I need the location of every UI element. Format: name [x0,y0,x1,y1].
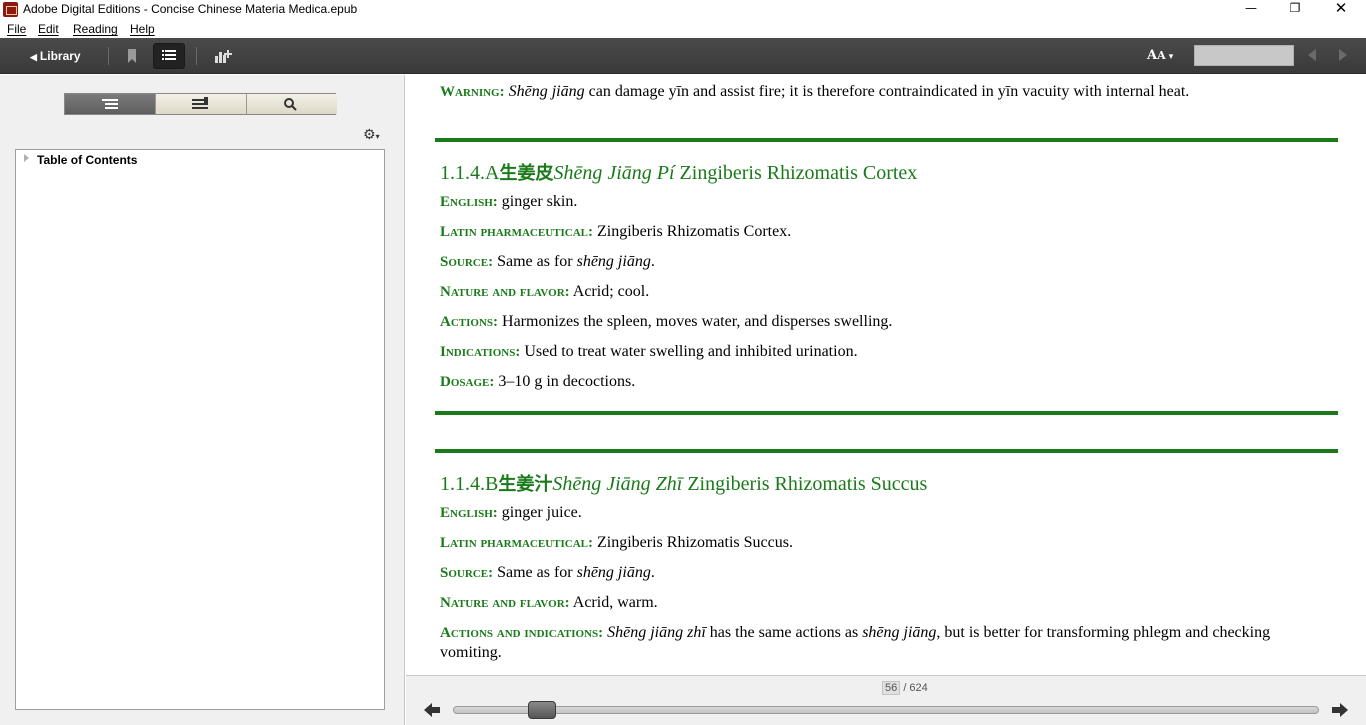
magnifier-icon [284,98,297,111]
toolbar-separator [196,47,197,65]
section-divider [435,449,1338,453]
section-heading: 1.1.4.A生姜皮Shēng Jiāng Pí Zingiberis Rhiz… [440,162,918,184]
toolbar-separator [108,47,109,65]
current-page-field[interactable]: 56 [882,681,901,695]
section-heading: 1.1.4.B生姜汁Shēng Jiāng Zhī Zingiberis Rhi… [440,473,928,495]
field-source: Source: Same as for shēng jiāng. [440,564,655,581]
field-latin: Latin pharmaceutical: Zingiberis Rhizoma… [440,223,792,240]
window-title: Adobe Digital Editions - Concise Chinese… [23,2,358,16]
page-navigation-bar: 56 / 624 [406,675,1366,725]
bookmarks-tab-icon [192,97,208,109]
tab-toc[interactable] [65,94,155,114]
warning-paragraph: Warning: Shēng jiāng can damage yīn and … [440,83,1340,101]
tab-bookmarks[interactable] [155,94,246,114]
field-actions: Actions: Harmonizes the spleen, moves wa… [440,313,893,330]
arrow-right-icon[interactable] [1336,47,1350,67]
warning-label: Warning: [440,84,505,100]
field-indications: Indications: Used to treat water swellin… [440,343,858,360]
library-label: Library [39,49,81,63]
warning-pinyin: Shēng jiāng [508,83,585,100]
menu-file[interactable]: File [7,22,26,36]
search-input[interactable] [1194,45,1294,66]
maximize-button[interactable]: ❐ [1272,0,1318,20]
list-icon [162,50,176,60]
title-bar: Adobe Digital Editions - Concise Chinese… [0,0,1366,20]
font-size-button[interactable]: AA ▾ [1147,47,1173,66]
total-pages: / 624 [903,682,928,694]
bar-chart-plus-icon[interactable] [213,47,233,65]
field-dosage: Dosage: 3–10 g in decoctions. [440,373,636,390]
menu-bar: File Edit Reading Help [0,20,1366,38]
page-slider-thumb[interactable] [528,701,556,719]
toc-item-root[interactable]: Table of Contents [37,153,137,167]
gear-icon[interactable]: ⚙▾ [363,127,380,143]
field-english: English: ginger juice. [440,504,582,521]
field-latin: Latin pharmaceutical: Zingiberis Rhizoma… [440,534,793,551]
page-indicator: 56 / 624 [882,681,928,695]
tab-search[interactable] [246,94,337,114]
menu-reading[interactable]: Reading [73,22,118,36]
field-actions-indications: Actions and indications: Shēng jiāng zhī… [440,624,1271,641]
menu-edit[interactable]: Edit [38,22,59,36]
arrow-right-icon[interactable] [1330,701,1350,723]
close-button[interactable]: ✕ [1318,0,1364,20]
left-panel: ⚙▾ Table of Contents [0,75,405,725]
arrow-left-icon[interactable] [422,701,442,723]
page-slider-track[interactable] [453,706,1319,714]
toc-tree: Table of Contents [15,149,385,710]
back-arrow-icon: ◀ [30,52,37,62]
section-divider [435,411,1338,415]
warning-text: can damage yīn and assist fire; it is th… [584,83,1190,100]
field-nature: Nature and flavor: Acrid, warm. [440,594,658,611]
library-button[interactable]: ◀ Library [24,46,87,66]
font-size-big: A [1147,48,1158,63]
toc-tab-icon [102,99,118,109]
toolbar: ◀ Library AA ▾ [0,38,1366,74]
field-actions-indications-line2: vomiting. [440,644,502,661]
reading-pane: Warning: Shēng jiāng can damage yīn and … [406,75,1366,675]
menu-help[interactable]: Help [130,22,155,36]
bookmark-icon[interactable] [124,47,140,65]
arrow-left-icon[interactable] [1305,47,1319,67]
field-nature: Nature and flavor: Acrid; cool. [440,283,650,300]
field-english: English: ginger skin. [440,193,578,210]
font-size-small: A [1157,49,1166,62]
expand-triangle-icon[interactable] [24,154,29,162]
panel-tabs [64,93,337,115]
toc-view-button[interactable] [153,43,185,69]
field-source: Source: Same as for shēng jiāng. [440,253,655,270]
minimize-button[interactable]: — [1228,0,1274,20]
section-divider [435,138,1338,142]
adobe-digital-editions-icon [3,2,18,17]
